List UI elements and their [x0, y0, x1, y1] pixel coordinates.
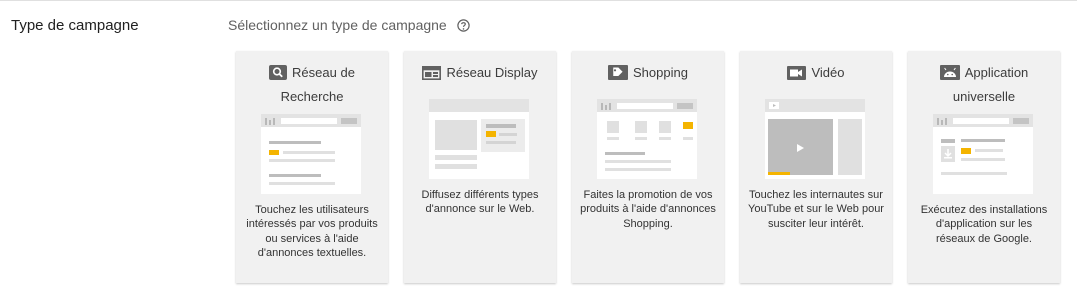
- campaign-type-cards: Réseau de Recherche Touchez les utilisat…: [236, 51, 1060, 283]
- card-title: Vidéo: [740, 62, 892, 86]
- card-display-network[interactable]: Réseau Display Diffusez différents types…: [404, 51, 556, 283]
- card-description: Diffusez différents types d'annonce sur …: [421, 189, 539, 216]
- campaign-type-prompt: Sélectionnez un type de campagne: [228, 17, 470, 33]
- card-title: Application universelle: [908, 62, 1060, 107]
- android-icon: [939, 65, 960, 86]
- card-description: Touchez les utilisateurs intéressés par …: [246, 204, 378, 259]
- app-ad-illustration: [933, 114, 1033, 194]
- card-description: Exécutez des installations d'application…: [920, 204, 1048, 245]
- card-video[interactable]: Vidéo Touchez les internautes sur YouTub…: [740, 51, 892, 283]
- tag-icon: [608, 65, 629, 86]
- card-title: Réseau de Recherche: [236, 62, 388, 107]
- card-shopping[interactable]: Shopping Faites la promotion de vos prod…: [572, 51, 724, 283]
- video-ad-illustration: [765, 99, 865, 179]
- video-camera-icon: [787, 65, 807, 86]
- shopping-ad-illustration: [597, 99, 697, 179]
- card-universal-app[interactable]: Application universelle Exécutez des ins…: [908, 51, 1060, 283]
- display-ad-illustration: [429, 99, 529, 179]
- search-ad-illustration: [261, 114, 361, 194]
- card-title: Réseau Display: [404, 62, 556, 86]
- help-icon[interactable]: [457, 18, 470, 32]
- search-icon: [269, 65, 288, 86]
- display-icon: [422, 65, 442, 86]
- card-title: Shopping: [572, 62, 724, 86]
- card-description: Touchez les internautes sur YouTube et s…: [748, 189, 884, 230]
- prompt-text: Sélectionnez un type de campagne: [228, 17, 447, 33]
- card-search-network[interactable]: Réseau de Recherche Touchez les utilisat…: [236, 51, 388, 283]
- card-description: Faites la promotion de vos produits à l'…: [580, 189, 716, 230]
- section-label: Type de campagne: [11, 17, 139, 34]
- top-divider: [0, 0, 1077, 1]
